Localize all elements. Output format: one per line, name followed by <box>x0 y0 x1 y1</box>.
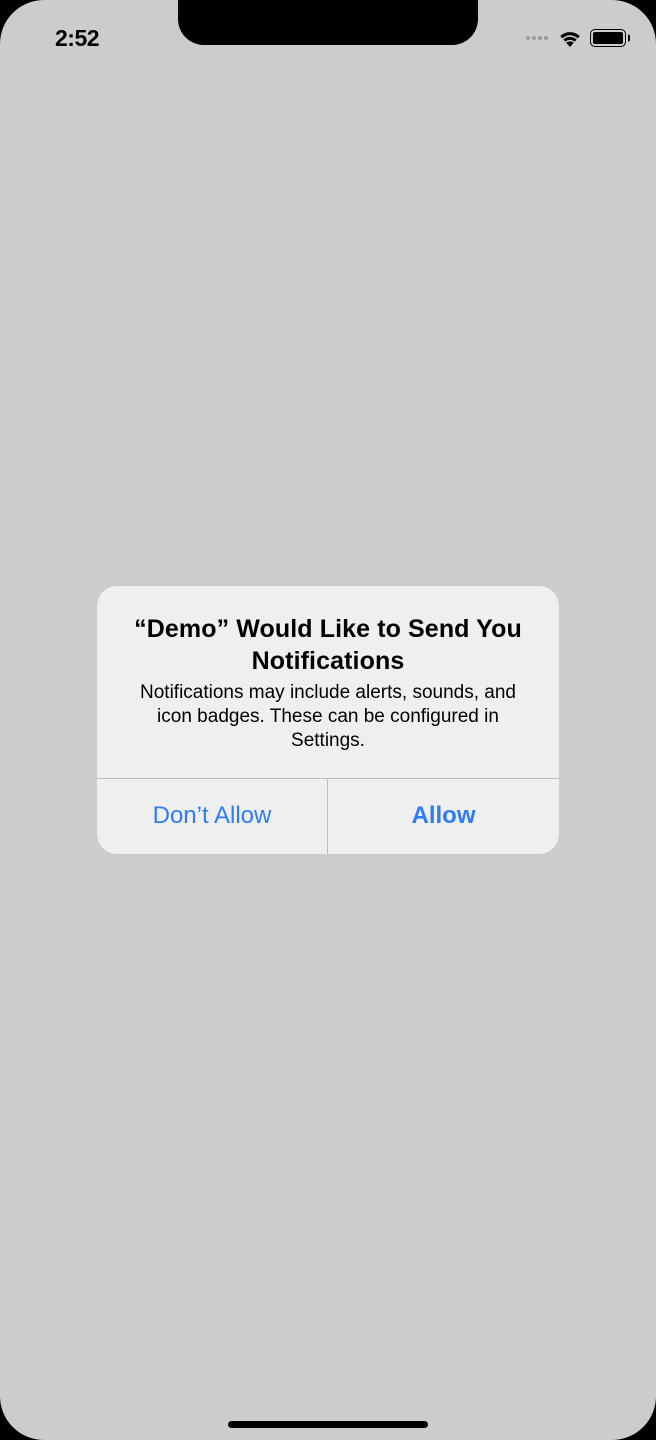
alert-button-row: Don’t Allow Allow <box>97 778 559 854</box>
status-right-group <box>526 22 626 48</box>
status-time: 2:52 <box>30 19 99 52</box>
phone-screen: 2:52 “Demo” Would Like to Send You Notif… <box>0 0 656 1440</box>
allow-button[interactable]: Allow <box>328 779 559 854</box>
alert-container: “Demo” Would Like to Send You Notificati… <box>0 0 656 1440</box>
alert-message: Notifications may include alerts, sounds… <box>119 681 537 754</box>
battery-icon <box>590 29 626 47</box>
wifi-icon <box>558 28 582 48</box>
device-notch <box>178 0 478 45</box>
alert-title: “Demo” Would Like to Send You Notificati… <box>119 614 537 677</box>
home-indicator[interactable] <box>228 1421 428 1428</box>
cellular-dots-icon <box>526 36 548 40</box>
alert-body: “Demo” Would Like to Send You Notificati… <box>97 586 559 777</box>
dont-allow-button[interactable]: Don’t Allow <box>97 779 328 854</box>
notification-permission-alert: “Demo” Would Like to Send You Notificati… <box>97 586 559 853</box>
